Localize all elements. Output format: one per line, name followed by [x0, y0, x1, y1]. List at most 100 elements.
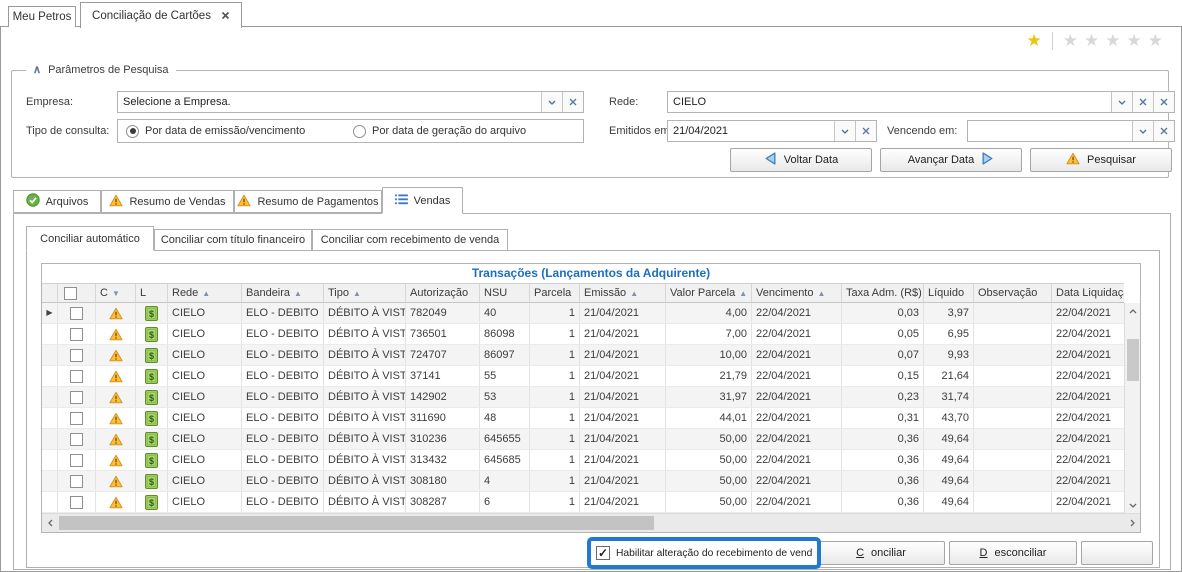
habilitar-alteracao-checkbox[interactable]: ✓: [596, 546, 610, 560]
tab-arquivos[interactable]: Arquivos: [13, 190, 101, 213]
column-header-emissao[interactable]: Emissão▲: [580, 284, 666, 303]
column-header-liquido[interactable]: Líquido: [924, 284, 974, 303]
row-select-cell[interactable]: [58, 429, 96, 449]
scrollbar-thumb[interactable]: [59, 516, 654, 530]
scrollbar-thumb[interactable]: [1127, 339, 1139, 381]
clear-icon[interactable]: [1153, 92, 1174, 112]
column-header-rede[interactable]: Rede▲: [168, 284, 242, 303]
close-icon[interactable]: [221, 11, 230, 20]
table-row[interactable]: $ CIELO ELO - DEBITO DÉBITO À VISTA 7365…: [42, 324, 1124, 345]
column-header-taxa-adm[interactable]: Taxa Adm. (R$): [842, 284, 924, 303]
radio-icon[interactable]: [353, 125, 366, 138]
table-row[interactable]: $ CIELO ELO - DEBITO DÉBITO À VISTA 3134…: [42, 450, 1124, 471]
chevron-down-icon[interactable]: [1111, 92, 1132, 112]
column-header-observacao[interactable]: Observação: [974, 284, 1052, 303]
chevron-down-icon[interactable]: [1132, 121, 1153, 141]
row-checkbox[interactable]: [70, 328, 83, 341]
select-all-header[interactable]: [58, 284, 96, 303]
scroll-down-icon[interactable]: [1125, 497, 1141, 513]
horizontal-scrollbar[interactable]: [42, 513, 1140, 532]
row-checkbox[interactable]: [70, 391, 83, 404]
tab-vendas[interactable]: Vendas: [382, 187, 463, 214]
table-row[interactable]: $ CIELO ELO - DEBITO DÉBITO À VISTA 3714…: [42, 366, 1124, 387]
radio-icon[interactable]: [126, 125, 139, 138]
chevron-down-icon[interactable]: [541, 92, 562, 112]
liquido-cell: 49,64: [924, 450, 974, 470]
voltar-data-button[interactable]: Voltar Data: [730, 148, 872, 172]
table-row[interactable]: $ CIELO ELO - DEBITO DÉBITO À VISTA 3116…: [42, 408, 1124, 429]
clear-icon[interactable]: [1132, 92, 1153, 112]
tab-resumo-de-pagamentos[interactable]: Resumo de Pagamentos: [234, 190, 382, 213]
empresa-combobox[interactable]: Selecione a Empresa.: [117, 91, 584, 113]
row-select-cell[interactable]: [58, 471, 96, 491]
grid-title: Transações (Lançamentos da Adquirente): [42, 264, 1140, 283]
money-icon: $: [145, 411, 158, 426]
rede-combobox[interactable]: CIELO: [667, 91, 1175, 113]
row-checkbox[interactable]: [70, 433, 83, 446]
clear-icon[interactable]: [562, 92, 583, 112]
filter-down-icon[interactable]: ▼: [112, 289, 120, 298]
desconciliar-button[interactable]: Desconciliar: [949, 541, 1077, 565]
column-header-c[interactable]: C▼: [96, 284, 136, 303]
tab-resumo-de-vendas[interactable]: Resumo de Vendas: [101, 190, 234, 213]
pesquisar-button[interactable]: Pesquisar: [1030, 148, 1172, 172]
vencimento-cell: 22/04/2021: [752, 408, 842, 428]
table-row[interactable]: $ CIELO ELO - DEBITO DÉBITO À VISTA 3102…: [42, 429, 1124, 450]
scroll-right-icon[interactable]: [1124, 514, 1140, 532]
tipo-cell: DÉBITO À VISTA: [324, 408, 406, 428]
row-select-cell[interactable]: [58, 345, 96, 365]
column-header-autorizacao[interactable]: Autorização: [406, 284, 480, 303]
row-select-cell[interactable]: [58, 492, 96, 512]
table-row[interactable]: $ CIELO ELO - DEBITO DÉBITO À VISTA 3082…: [42, 492, 1124, 513]
favorite-star-icon[interactable]: ★: [1027, 32, 1042, 50]
radio-por-data-geracao[interactable]: Por data de geração do arquivo: [353, 125, 526, 138]
subtab-conciliar-titulo-financeiro[interactable]: Conciliar com título financeiro: [154, 229, 312, 251]
row-checkbox[interactable]: [70, 349, 83, 362]
column-header-nsu[interactable]: NSU: [480, 284, 530, 303]
collapse-icon[interactable]: ∧: [33, 63, 41, 76]
column-header-data-liquidacao[interactable]: Data Liquidação: [1052, 284, 1124, 303]
row-select-cell[interactable]: [58, 366, 96, 386]
clear-icon[interactable]: [855, 121, 876, 141]
rating-stars-icon[interactable]: ★★★★★: [1063, 32, 1169, 50]
row-checkbox[interactable]: [70, 475, 83, 488]
tab-meu-petros[interactable]: Meu Petros: [8, 6, 76, 27]
row-checkbox[interactable]: [70, 496, 83, 509]
tab-conciliacao-de-cartoes[interactable]: Conciliação de Cartões: [80, 2, 242, 28]
radio-por-data-emissao[interactable]: Por data de emissão/vencimento: [126, 125, 305, 138]
row-checkbox[interactable]: [70, 454, 83, 467]
conciliar-button[interactable]: Conciliar: [817, 541, 945, 565]
subtab-conciliar-recebimento-venda[interactable]: Conciliar com recebimento de venda: [312, 229, 508, 251]
row-checkbox[interactable]: [70, 412, 83, 425]
column-header-vencimento[interactable]: Vencimento▲: [752, 284, 842, 303]
chevron-down-icon[interactable]: [834, 121, 855, 141]
row-checkbox[interactable]: [70, 307, 83, 320]
table-row[interactable]: $ CIELO ELO - DEBITO DÉBITO À VISTA 3081…: [42, 471, 1124, 492]
row-select-cell[interactable]: [58, 408, 96, 428]
row-select-cell[interactable]: [58, 324, 96, 344]
table-row[interactable]: $ CIELO ELO - DEBITO DÉBITO À VISTA 1429…: [42, 387, 1124, 408]
vencendo-em-datepicker[interactable]: [967, 120, 1175, 142]
row-select-cell[interactable]: [58, 303, 96, 323]
table-row[interactable]: ▶ $ CIELO ELO - DEBITO DÉBITO À VISTA 78…: [42, 303, 1124, 324]
column-header-valor-parcela[interactable]: Valor Parcela▲: [666, 284, 752, 303]
column-header-bandeira[interactable]: Bandeira▲: [242, 284, 324, 303]
column-header-l[interactable]: L: [136, 284, 168, 303]
unlabeled-button[interactable]: [1081, 541, 1153, 565]
row-select-cell[interactable]: [58, 450, 96, 470]
clear-icon[interactable]: [1153, 121, 1174, 141]
scroll-left-icon[interactable]: [42, 514, 58, 532]
taxa-adm-cell: 0,23: [842, 387, 924, 407]
checkbox-label[interactable]: Habilitar alteração do recebimento de ve…: [616, 548, 812, 559]
table-row[interactable]: $ CIELO ELO - DEBITO DÉBITO À VISTA 7247…: [42, 345, 1124, 366]
select-all-checkbox[interactable]: [64, 287, 77, 300]
emitidos-em-datepicker[interactable]: 21/04/2021: [667, 120, 877, 142]
column-header-parcela[interactable]: Parcela: [530, 284, 580, 303]
row-select-cell[interactable]: [58, 387, 96, 407]
scroll-up-icon[interactable]: [1125, 303, 1141, 319]
column-header-tipo[interactable]: Tipo▲: [324, 284, 406, 303]
avancar-data-button[interactable]: Avançar Data: [880, 148, 1022, 172]
vertical-scrollbar[interactable]: [1124, 303, 1140, 513]
subtab-conciliar-automatico[interactable]: Conciliar automático: [26, 226, 154, 251]
row-checkbox[interactable]: [70, 370, 83, 383]
